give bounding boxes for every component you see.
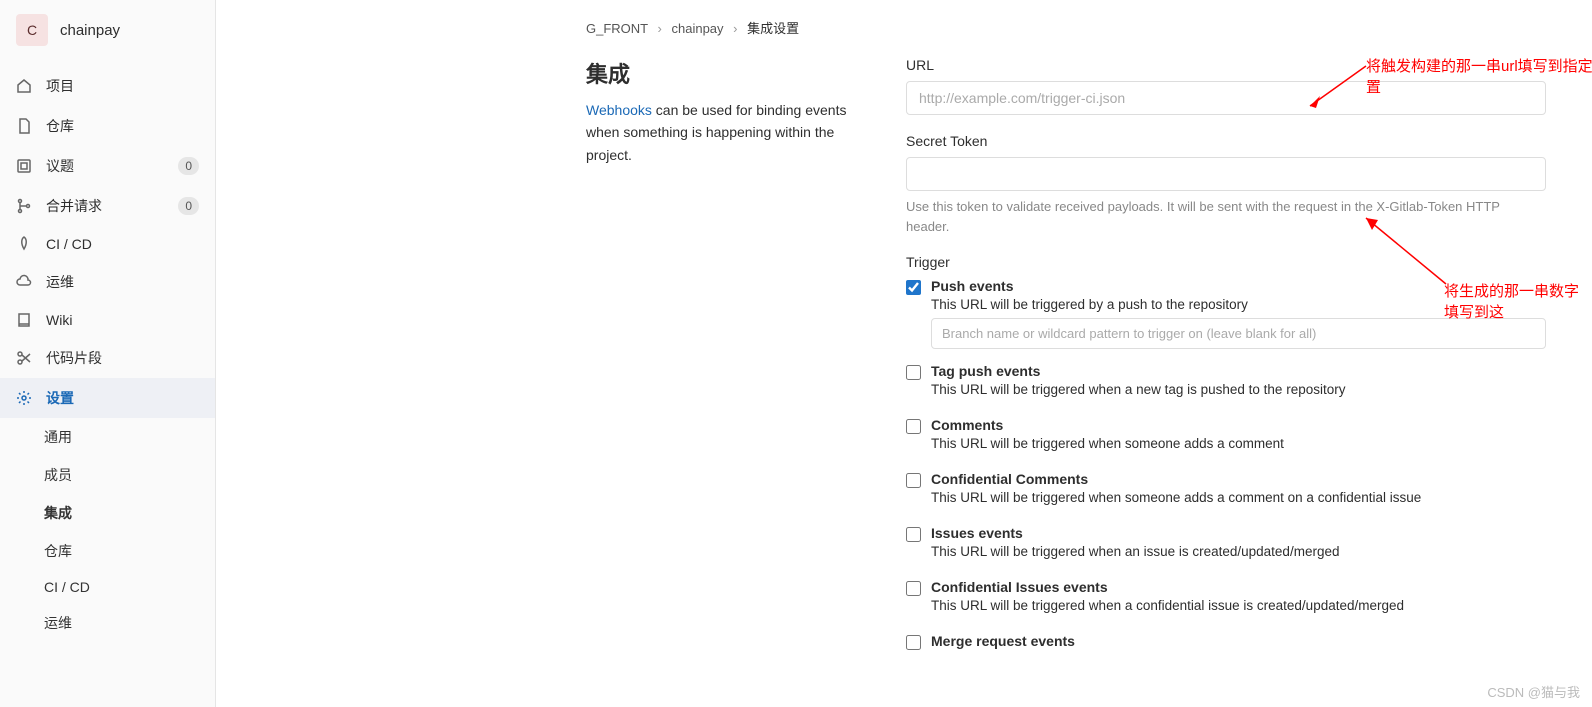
trigger-desc: This URL will be triggered when a new ta… [931,382,1546,397]
trigger-title: Push events [931,278,1546,294]
secret-token-help: Use this token to validate received payl… [906,197,1546,236]
home-icon [16,78,32,94]
url-input[interactable] [906,81,1546,115]
main-content: G_FRONT › chainpay › 集成设置 集成 Webhooks ca… [216,0,1592,707]
sidebar-item-home[interactable]: 项目 [0,66,215,106]
cloud-icon [16,274,32,290]
watermark: CSDN @猫与我 [1487,682,1580,701]
subnav-item[interactable]: 运维 [0,604,215,642]
scissors-icon [16,350,32,366]
sidebar-item-file[interactable]: 仓库 [0,106,215,146]
page-intro: 集成 Webhooks can be used for binding even… [586,57,882,670]
rocket-icon [16,236,32,252]
trigger-desc: This URL will be triggered by a push to … [931,297,1546,312]
sidebar-item-merge[interactable]: 合并请求 0 [0,186,215,226]
sidebar: C chainpay 项目仓库议题0合并请求0CI / CD运维Wiki代码片段… [0,0,216,707]
trigger-title: Confidential Comments [931,471,1546,487]
trigger-label: Trigger [906,254,1546,270]
subnav-item[interactable]: 通用 [0,418,215,456]
trigger-checkbox[interactable] [906,419,921,434]
subnav-item[interactable]: 集成 [0,494,215,532]
sidebar-item-label: Wiki [46,312,199,328]
breadcrumb: G_FRONT › chainpay › 集成设置 [586,18,1562,37]
trigger-checkbox[interactable] [906,635,921,650]
trigger-item: Merge request events [906,633,1546,652]
sidebar-item-label: 运维 [46,272,199,292]
trigger-title: Issues events [931,525,1546,541]
sidebar-item-label: CI / CD [46,236,199,252]
sidebar-item-label: 项目 [46,76,199,96]
subnav-item[interactable]: CI / CD [0,570,215,604]
sidebar-item-label: 设置 [46,388,199,408]
sidebar-item-gear[interactable]: 设置 [0,378,215,418]
sidebar-item-label: 仓库 [46,116,199,136]
sidebar-item-cloud[interactable]: 运维 [0,262,215,302]
trigger-desc: This URL will be triggered when an issue… [931,544,1546,559]
sidebar-item-rocket[interactable]: CI / CD [0,226,215,262]
trigger-title: Comments [931,417,1546,433]
secret-token-input[interactable] [906,157,1546,191]
trigger-item: Comments This URL will be triggered when … [906,417,1546,457]
secret-token-label: Secret Token [906,133,1546,149]
page-title: 集成 [586,57,882,89]
trigger-item: Tag push events This URL will be triggere… [906,363,1546,403]
breadcrumb-current: 集成设置 [747,21,799,36]
file-icon [16,118,32,134]
trigger-title: Tag push events [931,363,1546,379]
webhook-form: URL Secret Token Use this token to valid… [906,57,1546,670]
sidebar-nav: 项目仓库议题 0 合并请求 0 CI / CD 运维 Wiki 代码片段设置 [0,60,215,418]
issues-icon [16,158,32,174]
sidebar-badge: 0 [178,197,199,215]
url-label: URL [906,57,1546,73]
trigger-checkbox[interactable] [906,527,921,542]
sidebar-item-label: 议题 [46,156,164,176]
breadcrumb-project[interactable]: chainpay [671,21,723,36]
trigger-item: Confidential Issues events This URL will … [906,579,1546,619]
project-name: chainpay [60,22,120,39]
trigger-title: Confidential Issues events [931,579,1546,595]
project-avatar: C [16,14,48,46]
sidebar-item-issues[interactable]: 议题 0 [0,146,215,186]
sidebar-badge: 0 [178,157,199,175]
trigger-item: Push events This URL will be triggered by… [906,278,1546,349]
trigger-desc: This URL will be triggered when a confid… [931,598,1546,613]
trigger-checkbox[interactable] [906,473,921,488]
gear-icon [16,390,32,406]
subnav-item[interactable]: 成员 [0,456,215,494]
settings-subnav: 通用成员集成仓库CI / CD运维 [0,418,215,642]
sidebar-item-label: 代码片段 [46,348,199,368]
sidebar-item-label: 合并请求 [46,196,164,216]
sidebar-header[interactable]: C chainpay [0,0,215,60]
trigger-checkbox[interactable] [906,365,921,380]
merge-icon [16,198,32,214]
subnav-item[interactable]: 仓库 [0,532,215,570]
breadcrumb-root[interactable]: G_FRONT [586,21,648,36]
book-icon [16,312,32,328]
branch-pattern-input[interactable] [931,318,1546,349]
trigger-item: Confidential Comments This URL will be tr… [906,471,1546,511]
trigger-desc: This URL will be triggered when someone … [931,436,1546,451]
webhooks-link[interactable]: Webhooks [586,102,652,118]
trigger-title: Merge request events [931,633,1546,649]
trigger-desc: This URL will be triggered when someone … [931,490,1546,505]
trigger-item: Issues events This URL will be triggered … [906,525,1546,565]
sidebar-item-scissors[interactable]: 代码片段 [0,338,215,378]
page-description: Webhooks can be used for binding events … [586,99,882,166]
trigger-checkbox[interactable] [906,280,921,295]
sidebar-item-book[interactable]: Wiki [0,302,215,338]
trigger-checkbox[interactable] [906,581,921,596]
